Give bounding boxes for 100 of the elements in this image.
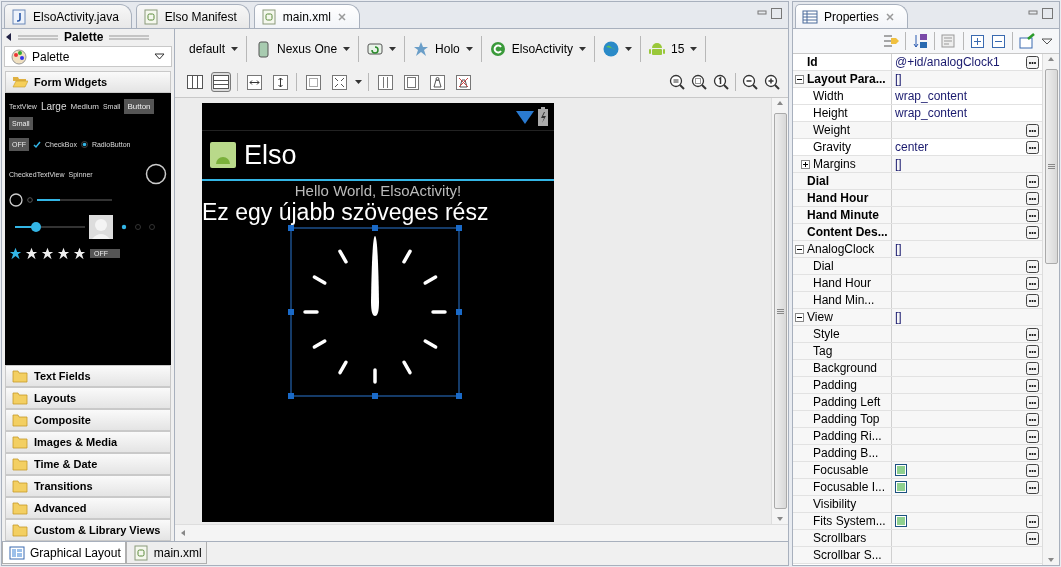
property-value[interactable]: [] <box>895 310 902 324</box>
ellipsis-button[interactable] <box>1026 412 1039 426</box>
vertical-scrollbar[interactable] <box>771 98 788 524</box>
sort-az-icon[interactable] <box>912 33 928 49</box>
ellipsis-button[interactable] <box>1026 514 1039 528</box>
distribute-button[interactable] <box>375 72 395 92</box>
ellipsis-button[interactable] <box>1026 463 1039 477</box>
ellipsis-button[interactable] <box>1026 480 1039 494</box>
property-value[interactable]: wrap_content <box>895 89 968 103</box>
ellipsis-button[interactable] <box>1026 174 1039 188</box>
palette-category[interactable]: Form Widgets <box>5 71 171 93</box>
clear-weight-button[interactable] <box>453 72 473 92</box>
palette-selector[interactable]: Palette <box>4 46 172 67</box>
property-value[interactable]: wrap_content <box>895 106 968 120</box>
vertical-scrollbar[interactable] <box>1042 54 1059 565</box>
palette-category[interactable]: Transitions <box>5 475 171 497</box>
radio-icon <box>121 224 127 230</box>
collapse-icon[interactable] <box>795 244 804 254</box>
margins-button[interactable] <box>303 72 323 92</box>
editor-tab[interactable]: ElsoActivity.java <box>4 4 132 28</box>
ellipsis-button[interactable] <box>1026 531 1039 545</box>
horizontal-scrollbar[interactable] <box>175 524 788 541</box>
editor-mode-tab[interactable]: main.xml <box>125 542 207 564</box>
close-icon[interactable] <box>336 11 347 22</box>
layout-toggle-button[interactable] <box>211 72 231 92</box>
palette-category[interactable]: Custom & Library Views <box>5 519 171 541</box>
dropdown-icon[interactable] <box>154 53 165 60</box>
palette-category[interactable]: Images & Media <box>5 431 171 453</box>
collapse-all-icon[interactable] <box>991 33 1006 49</box>
fill-height-button[interactable] <box>270 72 290 92</box>
properties-tab[interactable]: Properties <box>795 4 908 28</box>
ellipsis-button[interactable] <box>1026 276 1039 290</box>
zoom-fit-icon[interactable] <box>669 74 685 90</box>
property-value[interactable]: @+id/analogClock1 <box>895 55 1000 69</box>
ellipsis-button[interactable] <box>1026 293 1039 307</box>
ellipsis-button[interactable] <box>1026 446 1039 460</box>
collapse-arrow-icon[interactable] <box>6 33 12 41</box>
zoom-out-icon[interactable] <box>742 74 758 90</box>
zoom-real-icon[interactable] <box>691 74 707 90</box>
palette-category[interactable]: Text Fields <box>5 365 171 387</box>
property-value[interactable]: [] <box>895 242 902 256</box>
property-name: Dial <box>813 259 834 273</box>
app-title: Elso <box>244 139 297 171</box>
ellipsis-button[interactable] <box>1026 259 1039 273</box>
ellipsis-button[interactable] <box>1026 378 1039 392</box>
caret-icon <box>343 47 351 51</box>
property-name: Gravity <box>813 140 851 154</box>
expand-icon[interactable] <box>801 159 810 169</box>
zoom-100-icon[interactable] <box>713 74 729 90</box>
wifi-icon <box>516 109 534 124</box>
fill-width-button[interactable] <box>244 72 264 92</box>
palette-category[interactable]: Time & Date <box>5 453 171 475</box>
palette-category[interactable]: Advanced <box>5 497 171 519</box>
ellipsis-button[interactable] <box>1026 344 1039 358</box>
expand-all-icon[interactable] <box>970 33 985 49</box>
property-value[interactable]: [] <box>895 157 902 171</box>
maximize-icon[interactable] <box>1042 8 1053 19</box>
editor-mode-tab[interactable]: Graphical Layout <box>2 542 126 564</box>
ellipsis-button[interactable] <box>1026 55 1039 69</box>
editor-tab[interactable]: main.xml <box>253 4 360 28</box>
ellipsis-button[interactable] <box>1026 429 1039 443</box>
toolbar-dropdown[interactable]: 15 <box>641 36 707 62</box>
property-name: Margins <box>813 157 856 171</box>
toolbar-dropdown[interactable]: Holo <box>405 36 482 62</box>
ellipsis-button[interactable] <box>1026 123 1039 137</box>
palette-category[interactable]: Layouts <box>5 387 171 409</box>
property-value[interactable]: [] <box>895 72 902 86</box>
property-value[interactable]: center <box>895 140 929 154</box>
ellipsis-button[interactable] <box>1026 225 1039 239</box>
ellipsis-button[interactable] <box>1026 140 1039 154</box>
close-icon[interactable] <box>884 11 895 22</box>
toolbar-dropdown[interactable]: ElsoActivity <box>481 36 596 62</box>
editor-tab[interactable]: Elso Manifest <box>135 4 250 28</box>
gravity-button[interactable] <box>329 72 349 92</box>
property-name: Tag <box>813 344 833 358</box>
caret-icon <box>690 47 698 51</box>
folder-icon <box>12 434 28 450</box>
radio-icon <box>135 224 141 230</box>
layout-toggle-button[interactable] <box>185 72 205 92</box>
ellipsis-button[interactable] <box>1026 208 1039 222</box>
expand-corners-icon <box>331 74 347 90</box>
property-name: Padding Left <box>813 395 881 409</box>
checkbox[interactable] <box>895 464 907 476</box>
ellipsis-button[interactable] <box>1026 327 1039 341</box>
maximize-icon[interactable] <box>771 8 782 19</box>
checkbox[interactable] <box>895 515 907 527</box>
ellipsis-button[interactable] <box>1026 395 1039 409</box>
frame-button[interactable] <box>401 72 421 92</box>
scroll-down-icon <box>1048 558 1054 562</box>
collapse-icon[interactable] <box>795 74 804 84</box>
ellipsis-button[interactable] <box>1026 191 1039 205</box>
zoom-in-icon[interactable] <box>764 74 780 90</box>
weight-button[interactable] <box>427 72 447 92</box>
toolbar-dropdown[interactable]: Nexus One <box>247 36 360 62</box>
checkbox[interactable] <box>895 481 907 493</box>
collapse-icon[interactable] <box>795 312 804 322</box>
ellipsis-button[interactable] <box>1026 361 1039 375</box>
toolbar-dropdown[interactable]: default <box>181 36 248 62</box>
palette-category[interactable]: Composite <box>5 409 171 431</box>
view-menu-icon[interactable] <box>1041 37 1053 45</box>
